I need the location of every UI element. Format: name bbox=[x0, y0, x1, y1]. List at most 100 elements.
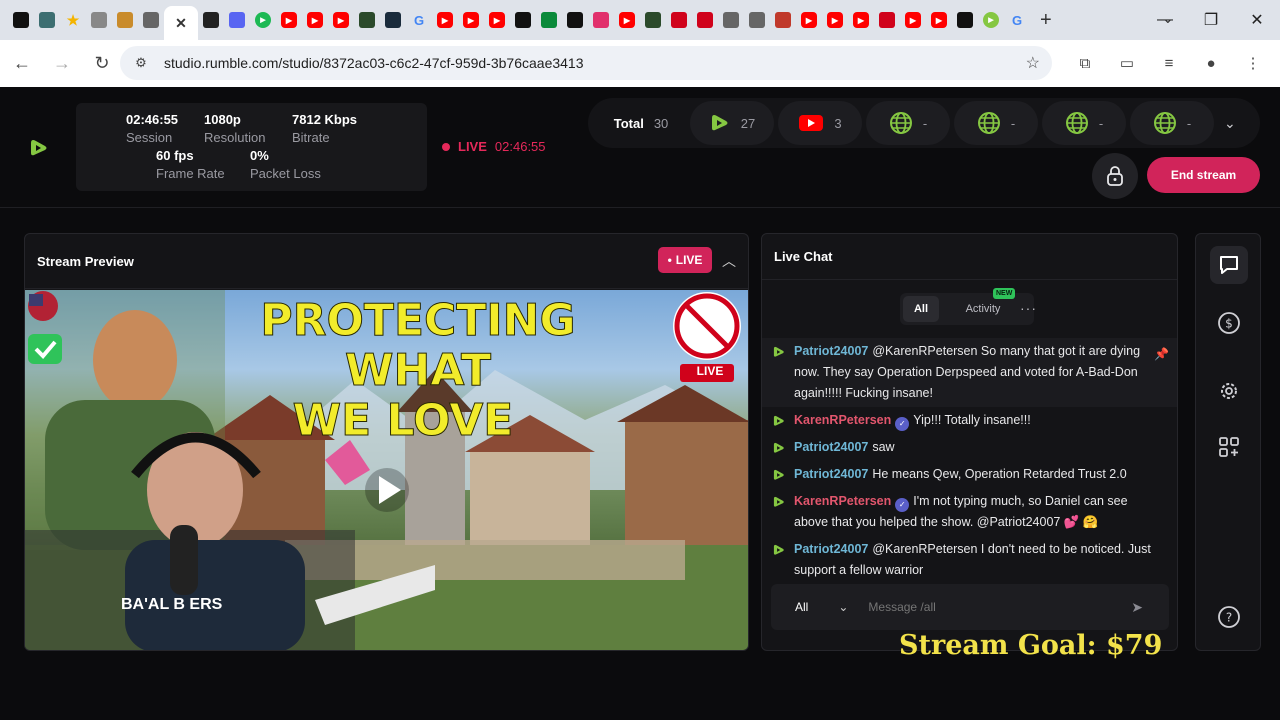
back-icon[interactable]: ← bbox=[4, 46, 40, 82]
url-text[interactable]: studio.rumble.com/studio/8372ac03-c6c2-4… bbox=[164, 55, 584, 71]
platform-chip[interactable]: - bbox=[1130, 101, 1214, 145]
chat-text: Yip!!! Totally insane!!! bbox=[913, 413, 1031, 427]
browser-tab[interactable] bbox=[874, 7, 900, 33]
youtube-icon: ▶ bbox=[853, 12, 869, 28]
browser-tab[interactable] bbox=[536, 7, 562, 33]
tips-button[interactable]: $ bbox=[1210, 304, 1248, 342]
browser-tab[interactable]: G bbox=[406, 7, 432, 33]
preview-live-badge: • LIVE bbox=[658, 247, 712, 273]
notion-icon bbox=[13, 12, 29, 28]
more-options-icon[interactable]: ··· bbox=[1020, 300, 1037, 316]
browser-tab[interactable] bbox=[224, 7, 250, 33]
chat-username[interactable]: KarenRPetersen bbox=[794, 413, 891, 427]
chat-message[interactable]: KarenRPetersen ✓ Yip!!! Totally insane!!! bbox=[762, 407, 1177, 434]
browser-tab[interactable]: ★ bbox=[60, 7, 86, 33]
message-input[interactable] bbox=[868, 600, 1089, 614]
chat-username[interactable]: Patriot24007 bbox=[794, 542, 868, 556]
browser-tab[interactable] bbox=[640, 7, 666, 33]
platform-chip[interactable]: 3 bbox=[778, 101, 862, 145]
browser-tab[interactable] bbox=[588, 7, 614, 33]
browser-tab[interactable] bbox=[770, 7, 796, 33]
profile-icon[interactable]: ● bbox=[1194, 46, 1228, 80]
browser-tab[interactable]: ▶ bbox=[796, 7, 822, 33]
cast-icon[interactable]: ▭ bbox=[1110, 46, 1144, 80]
chat-username[interactable]: Patriot24007 bbox=[794, 440, 868, 454]
platform-count: 3 bbox=[834, 115, 842, 131]
browser-tab[interactable] bbox=[718, 7, 744, 33]
platform-chip[interactable]: - bbox=[954, 101, 1038, 145]
chat-message[interactable]: Patriot24007 He means Qew, Operation Reta… bbox=[762, 461, 1177, 488]
browser-tab[interactable] bbox=[112, 7, 138, 33]
browser-tab[interactable]: ▶ bbox=[250, 7, 276, 33]
rumble-logo-icon[interactable] bbox=[28, 137, 50, 159]
chat-message[interactable]: Patriot24007 @KarenRPetersen So many that… bbox=[762, 338, 1177, 407]
platform-chip[interactable]: - bbox=[866, 101, 950, 145]
chevron-down-icon[interactable]: ⌄ bbox=[1224, 115, 1236, 132]
browser-tab[interactable] bbox=[692, 7, 718, 33]
browser-tab[interactable] bbox=[744, 7, 770, 33]
browser-tab[interactable] bbox=[8, 7, 34, 33]
browser-tab[interactable]: ▶ bbox=[848, 7, 874, 33]
browser-tab[interactable]: ✕ bbox=[164, 6, 198, 40]
browser-tab[interactable]: ▶ bbox=[926, 7, 952, 33]
browser-tab[interactable] bbox=[952, 7, 978, 33]
browser-tab[interactable]: G bbox=[1004, 7, 1030, 33]
media-icon[interactable]: ≡ bbox=[1152, 46, 1186, 80]
settings-button[interactable] bbox=[1210, 372, 1248, 410]
lock-button[interactable] bbox=[1092, 153, 1138, 199]
tab-activity[interactable]: Activity bbox=[947, 296, 1019, 322]
chat-message[interactable]: Patriot24007 saw bbox=[762, 434, 1177, 461]
rumble-platform-icon bbox=[773, 415, 784, 426]
chat-username[interactable]: KarenRPetersen bbox=[794, 494, 891, 508]
chat-message[interactable]: KarenRPetersen ✓ I'm not typing much, so D… bbox=[762, 488, 1177, 536]
extensions-icon[interactable]: ⧉ bbox=[1068, 46, 1102, 80]
collapse-chevron-icon[interactable]: ︿ bbox=[722, 251, 736, 271]
close-window-icon[interactable]: ✕ bbox=[1234, 0, 1280, 40]
tab-all[interactable]: All bbox=[903, 296, 939, 322]
browser-tab[interactable]: ▶ bbox=[276, 7, 302, 33]
add-widget-button[interactable] bbox=[1210, 428, 1248, 466]
reload-icon[interactable]: ↻ bbox=[84, 46, 120, 82]
browser-tab[interactable]: ▶ bbox=[432, 7, 458, 33]
pin-icon[interactable]: 📌 bbox=[1154, 344, 1169, 365]
browser-tab[interactable] bbox=[86, 7, 112, 33]
bookmark-star-icon[interactable]: ☆ bbox=[1026, 53, 1040, 73]
send-icon[interactable]: ➤ bbox=[1131, 599, 1143, 616]
browser-tab[interactable]: ▶ bbox=[484, 7, 510, 33]
browser-tab[interactable]: ▶ bbox=[978, 7, 1004, 33]
browser-tab[interactable]: ▶ bbox=[900, 7, 926, 33]
browser-tab[interactable] bbox=[198, 7, 224, 33]
platform-chip[interactable]: - bbox=[1042, 101, 1126, 145]
browser-tab[interactable] bbox=[138, 7, 164, 33]
audience-select[interactable]: All bbox=[795, 600, 808, 614]
platform-chip[interactable]: 27 bbox=[690, 101, 774, 145]
browser-tab[interactable]: ▶ bbox=[458, 7, 484, 33]
browser-tab[interactable] bbox=[510, 7, 536, 33]
video-player[interactable]: PROTECTING WHAT WE LOVE LIVE BA'AL B ERS bbox=[25, 290, 748, 650]
minimize-icon[interactable]: — bbox=[1142, 0, 1188, 40]
help-button[interactable]: ? bbox=[1210, 598, 1248, 636]
chat-button[interactable] bbox=[1210, 246, 1248, 284]
browser-tab[interactable] bbox=[354, 7, 380, 33]
browser-tab[interactable] bbox=[562, 7, 588, 33]
chat-message[interactable]: Patriot24007 @KarenRPetersen I don't need… bbox=[762, 536, 1177, 584]
chat-username[interactable]: Patriot24007 bbox=[794, 344, 868, 358]
address-bar[interactable]: ⚙ studio.rumble.com/studio/8372ac03-c6c2… bbox=[120, 46, 1052, 80]
browser-tab[interactable]: ▶ bbox=[302, 7, 328, 33]
browser-tab[interactable]: ▶ bbox=[614, 7, 640, 33]
forward-icon[interactable]: → bbox=[44, 46, 80, 82]
browser-tab[interactable] bbox=[34, 7, 60, 33]
youtube-icon: ▶ bbox=[801, 12, 817, 28]
browser-tab[interactable] bbox=[380, 7, 406, 33]
new-tab-button[interactable]: + bbox=[1040, 9, 1052, 32]
maximize-icon[interactable]: ❐ bbox=[1188, 0, 1234, 40]
end-stream-button[interactable]: End stream bbox=[1147, 157, 1260, 193]
rumble-play-icon bbox=[711, 115, 728, 131]
browser-tab[interactable] bbox=[666, 7, 692, 33]
chat-username[interactable]: Patriot24007 bbox=[794, 467, 868, 481]
site-info-icon[interactable]: ⚙ bbox=[132, 54, 150, 72]
chevron-down-icon[interactable]: ⌄ bbox=[838, 600, 848, 614]
browser-tab[interactable]: ▶ bbox=[328, 7, 354, 33]
browser-tab[interactable]: ▶ bbox=[822, 7, 848, 33]
menu-icon[interactable]: ⋮ bbox=[1236, 46, 1270, 80]
